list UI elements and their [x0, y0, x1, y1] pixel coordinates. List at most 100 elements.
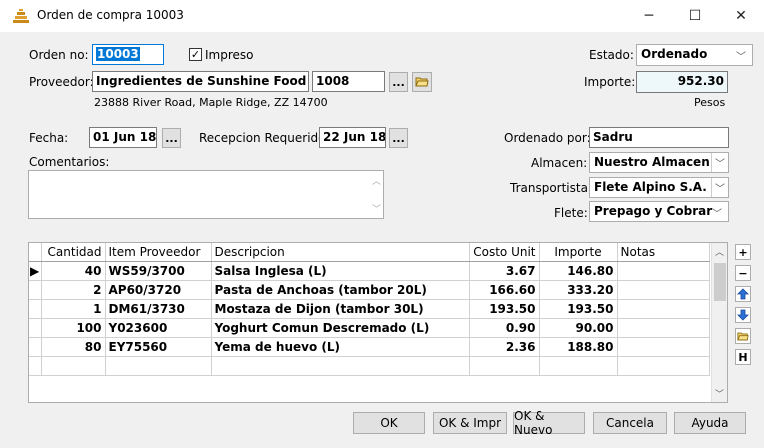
chevron-down-icon: ﹀	[736, 52, 746, 63]
scroll-down-icon[interactable]: ﹀	[372, 202, 381, 215]
freight-value: Prepago y Cobrar	[594, 204, 713, 218]
scrollbar-thumb[interactable]	[714, 263, 726, 301]
order-number-label: Orden no:	[29, 48, 89, 62]
items-table: Cantidad Item Proveedor Descripcion Cost…	[29, 243, 710, 376]
supplier-name-field[interactable]: Ingredientes de Sunshine Food Ltda.	[92, 71, 309, 92]
col-header-qty[interactable]: Cantidad	[41, 243, 106, 262]
scroll-down-icon[interactable]: ﹀	[715, 387, 724, 400]
unit-cost-cell[interactable]: 0.90	[469, 318, 540, 338]
carrier-select[interactable]: Flete Alpino S.A. ﹀	[589, 177, 729, 198]
notes-cell[interactable]	[617, 261, 710, 281]
remove-row-button[interactable]: −	[735, 265, 751, 281]
empty-cell[interactable]	[539, 356, 618, 376]
maximize-button[interactable]: ☐	[672, 0, 718, 32]
order-number-field[interactable]: 10003	[92, 44, 164, 65]
unit-cost-cell[interactable]: 193.50	[469, 299, 540, 319]
description-cell[interactable]: Yema de huevo (L)	[211, 337, 470, 357]
date-field[interactable]: 01 Jun 18	[89, 127, 157, 148]
notes-cell[interactable]	[617, 337, 710, 357]
comments-field[interactable]: ︿ ﹀	[28, 170, 384, 219]
table-row[interactable]: 80 EY75560 Yema de huevo (L) 2.36 188.80	[29, 337, 710, 357]
close-button[interactable]: ✕	[718, 0, 764, 32]
description-cell[interactable]: Mostaza de Dijon (tambor 30L)	[211, 299, 470, 319]
amount-cell[interactable]: 333.20	[539, 280, 618, 300]
ordered-by-field[interactable]: Sadru	[589, 127, 729, 148]
date-browse-button[interactable]: ...	[162, 128, 181, 148]
notes-cell[interactable]	[617, 299, 710, 319]
amount-cell[interactable]: 146.80	[539, 261, 618, 281]
move-down-button[interactable]	[735, 307, 751, 323]
open-item-button[interactable]	[735, 328, 751, 344]
item-cell[interactable]: EY75560	[105, 337, 212, 357]
table-row[interactable]: ▶ 40 WS59/3700 Salsa Inglesa (L) 3.67 14…	[29, 261, 710, 281]
required-date-field[interactable]: 22 Jun 18	[319, 127, 386, 148]
date-label: Fecha:	[29, 131, 69, 145]
cancel-button[interactable]: Cancela	[593, 412, 667, 434]
col-header-item[interactable]: Item Proveedor	[105, 243, 212, 262]
description-cell[interactable]: Salsa Inglesa (L)	[211, 261, 470, 281]
empty-cell[interactable]	[617, 356, 710, 376]
amount-cell[interactable]: 188.80	[539, 337, 618, 357]
status-select[interactable]: Ordenado ﹀	[636, 44, 753, 66]
item-cell[interactable]: DM61/3730	[105, 299, 212, 319]
amount-cell[interactable]: 193.50	[539, 299, 618, 319]
help-button[interactable]: Ayuda	[674, 412, 746, 434]
minimize-button[interactable]: ─	[626, 0, 672, 32]
item-cell[interactable]: Y023600	[105, 318, 212, 338]
col-header-amount[interactable]: Importe	[539, 243, 618, 262]
app-icon	[12, 8, 30, 24]
warehouse-select[interactable]: Nuestro Almacen ﹀	[589, 152, 729, 173]
grid-scrollbar[interactable]: ︿ ﹀	[711, 243, 727, 402]
qty-cell[interactable]: 40	[41, 261, 106, 281]
item-cell[interactable]: AP60/3720	[105, 280, 212, 300]
col-header-notes[interactable]: Notas	[617, 243, 710, 262]
folder-icon	[415, 77, 429, 87]
qty-cell[interactable]: 100	[41, 318, 106, 338]
table-row[interactable]: 100 Y023600 Yoghurt Comun Descremado (L)…	[29, 318, 710, 338]
comments-label: Comentarios:	[29, 155, 110, 169]
qty-cell[interactable]: 1	[41, 299, 106, 319]
unit-cost-cell[interactable]: 2.36	[469, 337, 540, 357]
empty-cell[interactable]	[105, 356, 212, 376]
col-header-unit-cost[interactable]: Costo Unit	[469, 243, 540, 262]
required-date-browse-button[interactable]: ...	[389, 128, 408, 148]
supplier-browse-button[interactable]: ...	[389, 72, 408, 92]
col-header-description[interactable]: Descripcion	[211, 243, 470, 262]
ok-print-button[interactable]: OK & Impr	[433, 412, 507, 434]
description-cell[interactable]: Yoghurt Comun Descremado (L)	[211, 318, 470, 338]
printed-checkbox[interactable]: ✓	[189, 48, 202, 61]
move-up-button[interactable]	[735, 286, 751, 302]
supplier-open-button[interactable]	[412, 72, 432, 92]
table-row[interactable]: 1 DM61/3730 Mostaza de Dijon (tambor 30L…	[29, 299, 710, 319]
qty-cell[interactable]: 2	[41, 280, 106, 300]
items-grid[interactable]: Cantidad Item Proveedor Descripcion Cost…	[28, 242, 728, 403]
qty-cell[interactable]: 80	[41, 337, 106, 357]
empty-cell[interactable]	[469, 356, 540, 376]
ok-new-button[interactable]: OK & Nuevo	[513, 409, 585, 437]
description-cell[interactable]: Pasta de Anchoas (tambor 20L)	[211, 280, 470, 300]
add-row-button[interactable]: +	[735, 244, 751, 260]
ok-button[interactable]: OK	[353, 412, 425, 434]
history-button[interactable]: H	[735, 349, 751, 365]
unit-cost-cell[interactable]: 3.67	[469, 261, 540, 281]
printed-label: Impreso	[205, 48, 254, 62]
row-selector	[29, 299, 42, 319]
table-row-empty[interactable]	[29, 356, 710, 376]
notes-cell[interactable]	[617, 280, 710, 300]
freight-select[interactable]: Prepago y Cobrar ﹀	[589, 201, 729, 222]
window-title: Orden de compra 10003	[37, 8, 184, 22]
notes-cell[interactable]	[617, 318, 710, 338]
ordered-by-label: Ordenado por:	[504, 131, 591, 145]
scroll-up-icon[interactable]: ︿	[372, 174, 381, 187]
amount-field: 952.30	[636, 71, 728, 93]
amount-cell[interactable]: 90.00	[539, 318, 618, 338]
scroll-up-icon[interactable]: ︿	[715, 245, 724, 258]
item-cell[interactable]: WS59/3700	[105, 261, 212, 281]
unit-cost-cell[interactable]: 166.60	[469, 280, 540, 300]
folder-icon	[737, 332, 749, 340]
empty-cell[interactable]	[41, 356, 106, 376]
currency-label: Pesos	[694, 96, 726, 109]
supplier-code-field[interactable]: 1008	[312, 71, 385, 92]
table-row[interactable]: 2 AP60/3720 Pasta de Anchoas (tambor 20L…	[29, 280, 710, 300]
empty-cell[interactable]	[211, 356, 470, 376]
